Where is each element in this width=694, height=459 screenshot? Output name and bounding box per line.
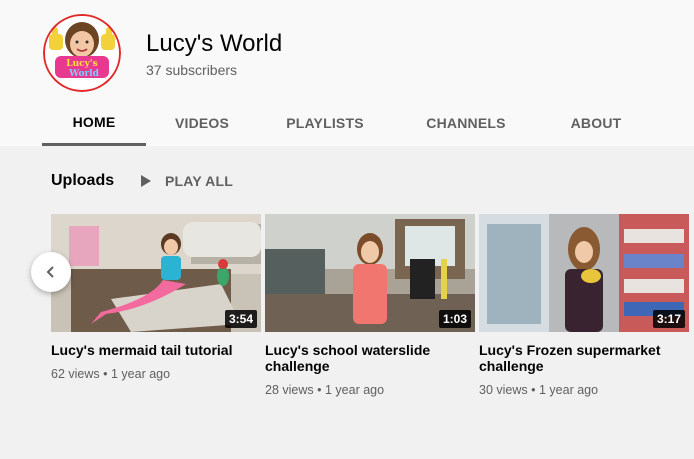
- video-title[interactable]: Lucy's mermaid tail tutorial: [51, 342, 251, 358]
- avatar-logo-image: Lucy's World: [43, 14, 121, 92]
- video-views: 62 views: [51, 367, 100, 381]
- tab-home[interactable]: HOME: [42, 100, 146, 146]
- video-card-1[interactable]: 3:54 Lucy's mermaid tail tutorial 62 vie…: [51, 214, 261, 381]
- video-views: 30 views: [479, 383, 528, 397]
- video-age: 1 year ago: [538, 383, 599, 397]
- play-all-label: PLAY ALL: [165, 173, 233, 189]
- tab-channels[interactable]: CHANNELS: [392, 100, 540, 146]
- video-meta: 28 views • 1 year ago: [265, 383, 475, 397]
- video-age: 1 year ago: [110, 367, 171, 381]
- chevron-left-icon: [46, 266, 54, 278]
- video-meta: 30 views • 1 year ago: [479, 383, 689, 397]
- meta-separator: •: [531, 383, 539, 397]
- play-icon: [141, 175, 151, 187]
- video-duration: 3:17: [652, 310, 685, 328]
- meta-separator: •: [317, 383, 325, 397]
- tab-videos[interactable]: VIDEOS: [146, 100, 258, 146]
- video-card-3[interactable]: 3:17 Lucy's Frozen supermarket challenge…: [479, 214, 689, 397]
- tab-about[interactable]: ABOUT: [540, 100, 652, 146]
- tab-playlists[interactable]: PLAYLISTS: [258, 100, 392, 146]
- channel-header: Lucy's World Lucy's World 37 subscribers…: [0, 0, 694, 146]
- svg-text:Lucy's: Lucy's: [66, 59, 97, 69]
- video-duration: 3:54: [224, 310, 257, 328]
- video-age: 1 year ago: [324, 383, 385, 397]
- video-thumbnail[interactable]: 1:03: [265, 214, 475, 332]
- uploads-header: Uploads PLAY ALL: [51, 170, 233, 192]
- meta-separator: •: [103, 367, 111, 381]
- video-title[interactable]: Lucy's Frozen supermarket challenge: [479, 342, 679, 374]
- channel-avatar[interactable]: Lucy's World: [43, 14, 121, 92]
- video-views: 28 views: [265, 383, 314, 397]
- video-meta: 62 views • 1 year ago: [51, 367, 261, 381]
- video-card-2[interactable]: 1:03 Lucy's school waterslide challenge …: [265, 214, 475, 397]
- subscriber-count: 37 subscribers: [146, 62, 238, 78]
- channel-tabs: HOME VIDEOS PLAYLISTS CHANNELS ABOUT: [42, 100, 652, 146]
- channel-name: Lucy's World: [146, 30, 283, 57]
- video-duration: 1:03: [438, 310, 471, 328]
- video-title[interactable]: Lucy's school waterslide challenge: [265, 342, 465, 374]
- video-thumbnail[interactable]: 3:17: [479, 214, 689, 332]
- svg-text:World: World: [68, 69, 100, 79]
- video-thumbnail[interactable]: 3:54: [51, 214, 261, 332]
- play-all-button[interactable]: PLAY ALL: [139, 170, 233, 192]
- uploads-title[interactable]: Uploads: [51, 172, 114, 190]
- carousel-prev-button[interactable]: [31, 252, 71, 292]
